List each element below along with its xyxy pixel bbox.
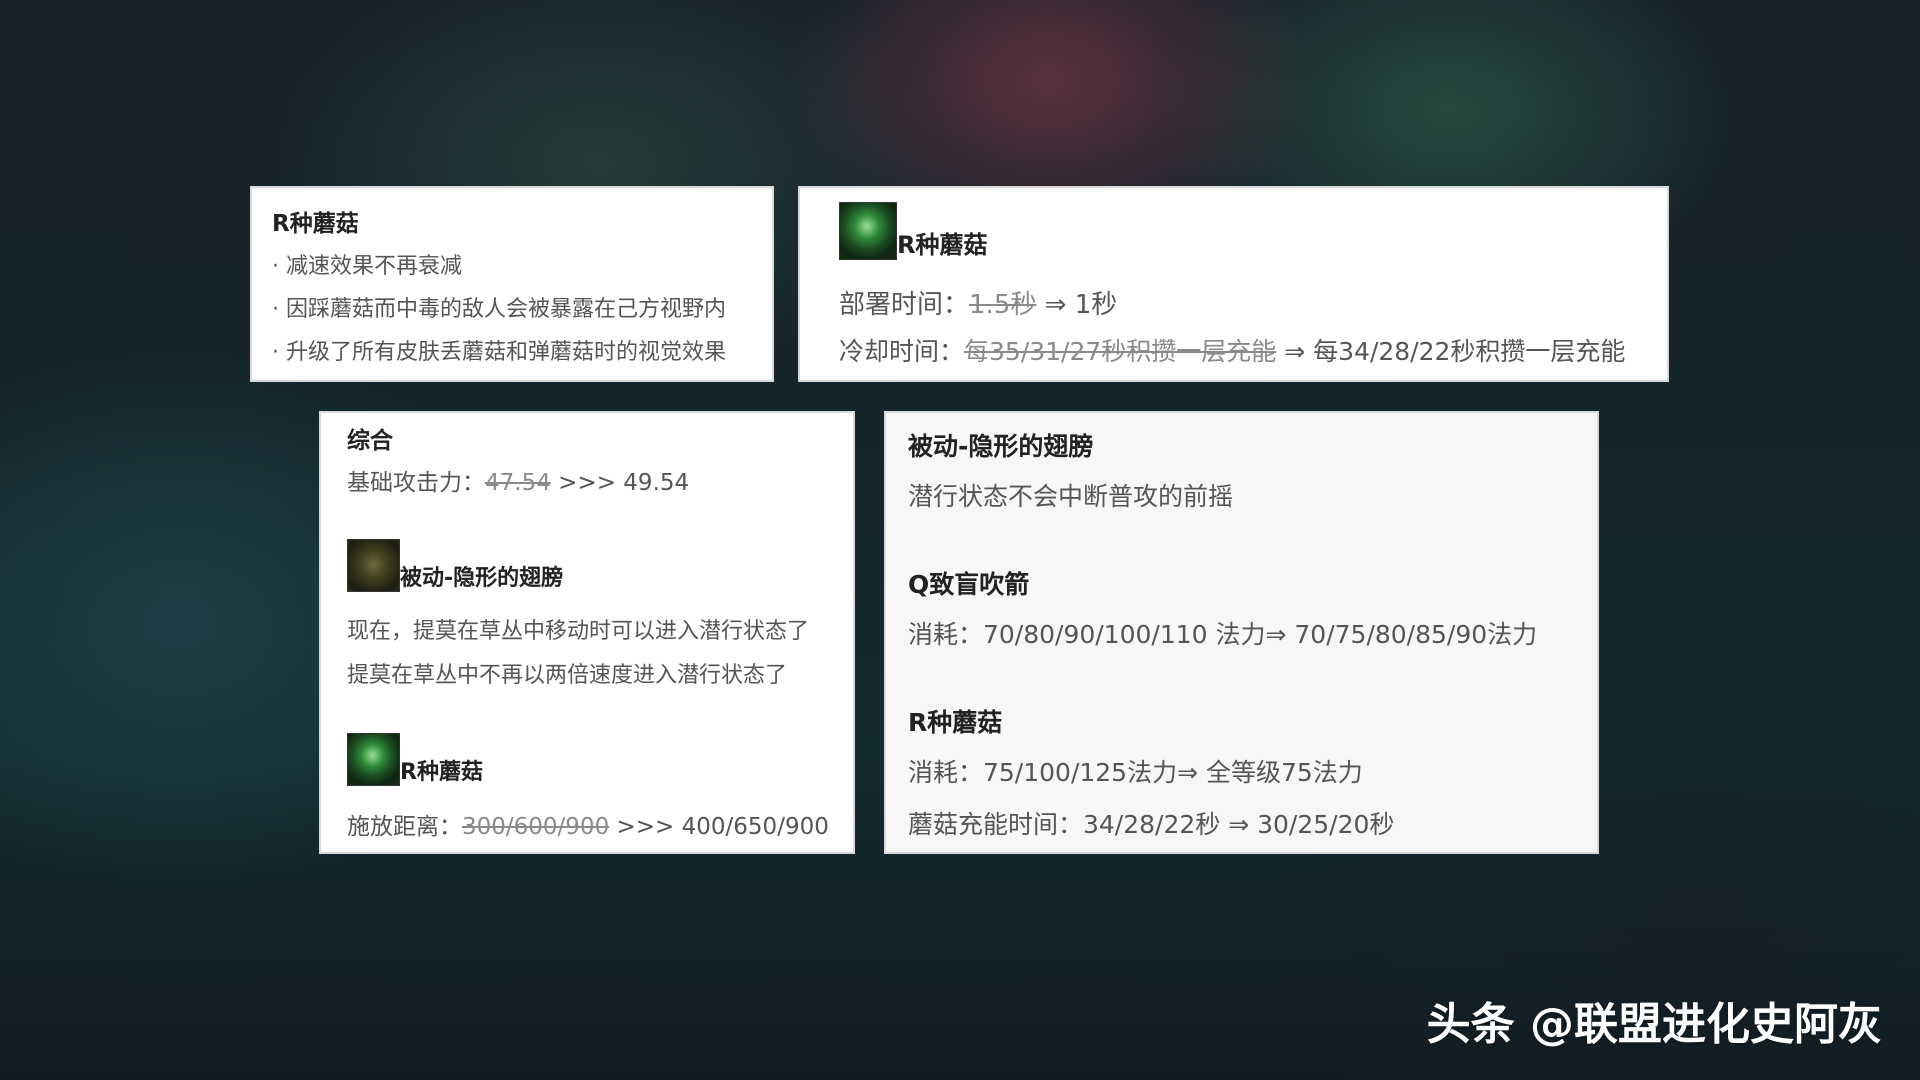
range-arrow: >>> [609,814,682,840]
passive-title: 被动-隐形的翅膀 [400,566,564,591]
skill-title: R种蘑菇 [897,231,988,259]
range-old-value: 300/600/900 [462,814,610,840]
cooldown-new-value: 每34/28/22秒积攒一层充能 [1313,337,1626,366]
r-recharge-line: 蘑菇充能时间：34/28/22秒 ⇒ 30/25/20秒 [908,810,1395,839]
attack-arrow: >>> [550,470,624,496]
passive-line: 提莫在草丛中不再以两倍速度进入潜行状态了 [347,663,788,688]
card-title: R种蘑菇 [272,211,359,237]
ult-title: R种蘑菇 [400,760,483,785]
deploy-time-line: 部署时间：1.5秒 ⇒ 1秒 [839,284,1117,321]
mushroom-skill-icon [347,733,400,786]
r-cost-line: 消耗：75/100/125法力⇒ 全等级75法力 [908,758,1363,787]
cast-range-line: 施放距离：300/600/900 >>> 400/650/900 [347,807,829,841]
change-line: · 减速效果不再衰减 [272,254,462,279]
attack-old-value: 47.54 [485,470,551,496]
r-skill-title: R种蘑菇 [908,708,1003,737]
cooldown-label: 冷却时间： [839,337,965,366]
q-cost-line: 消耗：70/80/90/100/110 法力⇒ 70/75/80/85/90法力 [908,620,1538,649]
deploy-old-value: 1.5秒 [969,290,1037,320]
change-line: · 升级了所有皮肤丢蘑菇和弹蘑菇时的视觉效果 [272,340,726,365]
deploy-new-value: 1秒 [1074,290,1118,320]
passive-title: 被动-隐形的翅膀 [908,432,1094,461]
cooldown-arrow: ⇒ [1276,337,1314,366]
range-new-value: 400/650/900 [681,814,829,840]
cooldown-old-value: 每35/31/27秒积攒一层充能 [964,337,1277,366]
deploy-arrow: ⇒ [1036,290,1075,320]
deploy-label: 部署时间： [839,290,970,320]
q-skill-title: Q致盲吹箭 [908,570,1030,599]
cooldown-line: 冷却时间：每35/31/27秒积攒一层充能 ⇒ 每34/28/22秒积攒一层充能 [839,332,1625,368]
skill-header: R种蘑菇 [839,202,987,260]
card-title: 综合 [347,428,393,454]
general-changes-card: 综合 基础攻击力：47.54 >>> 49.54 被动-隐形的翅膀 现在，提莫在… [319,411,855,854]
passive-line: 潜行状态不会中断普攻的前摇 [908,482,1234,511]
ult-header: R种蘑菇 [347,733,483,786]
attack-label: 基础攻击力： [347,470,485,496]
range-label: 施放距离： [347,814,462,840]
change-line: · 因踩蘑菇而中毒的敌人会被暴露在己方视野内 [272,297,726,322]
r-mushroom-changes-card: R种蘑菇 · 减速效果不再衰减 · 因踩蘑菇而中毒的敌人会被暴露在己方视野内 ·… [250,186,774,382]
passive-header: 被动-隐形的翅膀 [347,539,563,592]
mushroom-skill-icon [839,202,897,260]
watermark: 头条 @联盟进化史阿灰 [1426,999,1882,1050]
r-mushroom-deploy-card: R种蘑菇 部署时间：1.5秒 ⇒ 1秒 冷却时间：每35/31/27秒积攒一层充… [798,186,1669,382]
teemo-passive-icon [347,539,400,592]
skill-cost-card: 被动-隐形的翅膀 潜行状态不会中断普攻的前摇 Q致盲吹箭 消耗：70/80/90… [884,411,1599,854]
base-attack-line: 基础攻击力：47.54 >>> 49.54 [347,463,689,497]
attack-new-value: 49.54 [623,470,690,496]
passive-line: 现在，提莫在草丛中移动时可以进入潜行状态了 [347,619,810,644]
